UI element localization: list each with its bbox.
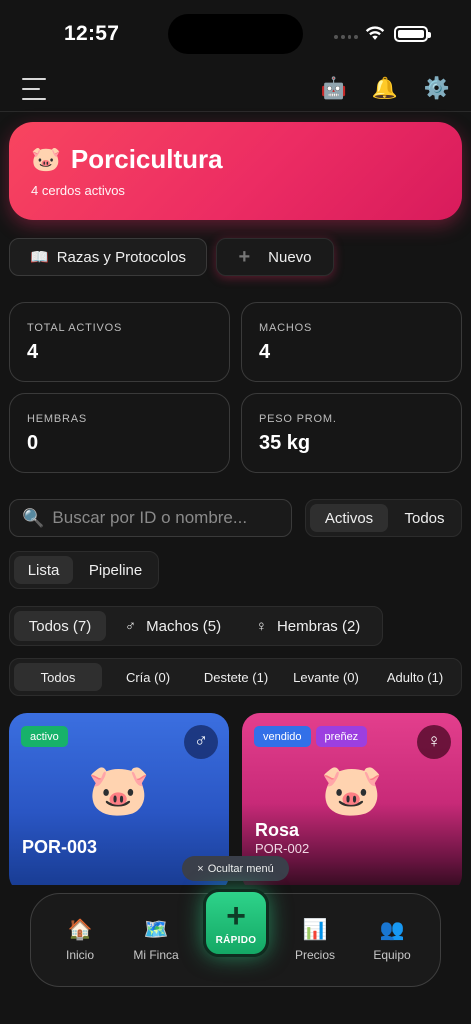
stage-adulto[interactable]: Adulto (1) — [374, 663, 456, 691]
female-icon: ♀ — [417, 725, 451, 759]
view-toggle: Lista Pipeline — [9, 551, 159, 589]
plus-icon: + — [226, 896, 246, 935]
stage-cria[interactable]: Cría (0) — [106, 663, 190, 691]
razas-label: Razas y Protocolos — [56, 248, 186, 266]
animal-id: POR-002 — [255, 841, 310, 856]
page-title: 🐷 Porcicultura — [31, 144, 223, 175]
filter-machos-label: Machos (5) — [146, 617, 222, 635]
filter-hembras-label: Hembras (2) — [276, 617, 361, 635]
hide-menu-label: Ocultar menú — [207, 862, 274, 875]
search-input[interactable] — [52, 508, 283, 528]
stat-card-hembras: HEMBRAS 0 — [9, 393, 230, 473]
status-badge: activo — [21, 726, 68, 747]
stat-value: 0 — [27, 432, 39, 454]
stage-filter: Todos Cría (0) Destete (1) Levante (0) A… — [9, 658, 462, 696]
top-bar: 🤖 🔔 ⚙️ — [0, 66, 471, 112]
status-badge: preñez — [315, 726, 368, 747]
signal-icon — [334, 35, 358, 41]
home-icon: 🏠 — [67, 919, 93, 941]
stat-label: PESO PROM. — [259, 413, 337, 425]
stat-label: TOTAL ACTIVOS — [27, 322, 123, 334]
stat-label: HEMBRAS — [27, 413, 87, 425]
stat-card-peso: PESO PROM. 35 kg — [241, 393, 462, 473]
stat-value: 4 — [259, 341, 271, 363]
team-icon: 👥 — [379, 919, 405, 941]
book-icon: 📖 — [30, 249, 49, 266]
stat-card-machos: MACHOS 4 — [241, 302, 462, 382]
nav-label: Mi Finca — [133, 948, 179, 962]
status-bar: 12:57 — [0, 0, 471, 64]
battery-icon — [394, 26, 431, 42]
stage-destete[interactable]: Destete (1) — [194, 663, 278, 691]
nav-label: Inicio — [65, 948, 94, 962]
gear-icon[interactable]: ⚙️ — [424, 76, 450, 102]
stage-todos[interactable]: Todos — [14, 663, 102, 691]
nuevo-button[interactable]: + Nuevo — [216, 238, 334, 276]
plus-icon: + — [238, 245, 251, 268]
hero-banner: 🐷 Porcicultura 4 cerdos activos — [9, 122, 462, 220]
razas-protocolos-button[interactable]: 📖 Razas y Protocolos — [9, 238, 207, 276]
nav-label: Precios — [294, 948, 335, 962]
nav-equipo[interactable]: 👥 Equipo — [357, 919, 427, 962]
search-icon: 🔍 — [22, 507, 45, 528]
menu-icon[interactable] — [22, 78, 46, 100]
chart-icon: 📊 — [302, 919, 328, 941]
male-icon: ♂ — [124, 617, 137, 635]
hide-menu-button[interactable]: × Ocultar menú — [182, 856, 289, 881]
nav-label: Equipo — [373, 948, 411, 962]
nav-mi-finca[interactable]: 🗺️ Mi Finca — [121, 919, 191, 962]
pig-icon: 🐷 — [31, 146, 61, 173]
nav-precios[interactable]: 📊 Precios — [280, 919, 350, 962]
hero-title-text: Porcicultura — [70, 144, 223, 174]
status-badge: vendido — [254, 726, 311, 747]
badge-group: activo — [21, 726, 68, 747]
fab-label: RÁPIDO — [215, 934, 257, 946]
stat-card-total: TOTAL ACTIVOS 4 — [9, 302, 230, 382]
filter-todos[interactable]: Todos — [392, 504, 457, 532]
stat-label: MACHOS — [259, 322, 313, 334]
female-icon: ♀ — [255, 617, 267, 635]
bottom-nav: 🏠 Inicio 🗺️ Mi Finca + RÁPIDO 📊 Precios … — [30, 889, 441, 987]
nuevo-label: Nuevo — [268, 248, 312, 266]
badge-group: vendido preñez — [254, 726, 368, 747]
filter-machos[interactable]: ♂ Machos (5) — [110, 611, 236, 641]
search-box[interactable]: 🔍 — [9, 499, 292, 537]
dynamic-island — [168, 14, 303, 54]
stage-levante[interactable]: Levante (0) — [282, 663, 370, 691]
status-filter: Activos Todos — [305, 499, 462, 537]
filter-activos[interactable]: Activos — [310, 504, 388, 532]
quick-add-button[interactable]: + RÁPIDO — [203, 889, 269, 957]
filter-sex-todos[interactable]: Todos (7) — [14, 611, 106, 641]
stat-value: 35 kg — [259, 432, 311, 454]
hero-subtitle: 4 cerdos activos — [31, 183, 125, 198]
stat-value: 4 — [27, 341, 39, 363]
pig-icon: 🐷 — [87, 762, 151, 818]
pig-icon: 🐷 — [320, 762, 384, 818]
filter-hembras[interactable]: ♀ Hembras (2) — [240, 611, 376, 641]
male-icon: ♂ — [184, 725, 218, 759]
tab-pipeline[interactable]: Pipeline — [77, 556, 154, 584]
robot-icon[interactable]: 🤖 — [321, 76, 347, 102]
animal-name: POR-003 — [22, 837, 98, 857]
bell-icon[interactable]: 🔔 — [372, 76, 398, 102]
tab-lista[interactable]: Lista — [14, 556, 74, 584]
close-icon: × — [197, 862, 204, 875]
status-time: 12:57 — [64, 22, 120, 45]
animal-name: Rosa — [255, 820, 300, 840]
wifi-icon — [365, 26, 385, 40]
nav-inicio[interactable]: 🏠 Inicio — [45, 919, 115, 962]
sex-filter: Todos (7) ♂ Machos (5) ♀ Hembras (2) — [9, 606, 383, 646]
map-icon: 🗺️ — [143, 919, 169, 941]
